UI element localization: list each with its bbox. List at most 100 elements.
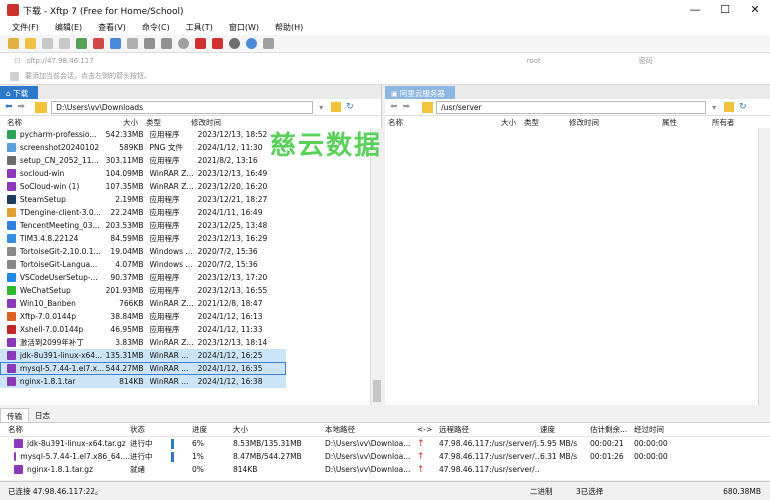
tab-transfers[interactable]: 传输 bbox=[0, 408, 29, 422]
file-row[interactable]: Xftp-7.0.0144p 38.84MB 应用程序 2024/1/12, 16:1… bbox=[0, 310, 286, 323]
filter-icon[interactable]: ▾ bbox=[319, 103, 323, 112]
file-row[interactable]: jdk-8u391-linux-x64... 135.31MB WinRAR ...… bbox=[0, 349, 286, 362]
remote-scrollbar[interactable] bbox=[758, 128, 770, 405]
local-scrollbar[interactable] bbox=[370, 128, 382, 405]
file-type: WinRAR Z... bbox=[149, 169, 194, 178]
file-row[interactable]: mysql-5.7.44-1.el7.x... 544.27MB WinRAR ..… bbox=[0, 362, 286, 375]
file-row[interactable]: TortoiseGit-2.10.0.1... 19.04MB Windows ..… bbox=[0, 245, 286, 258]
file-row[interactable]: 激活到2099年补丁 3.83MB WinRAR Z... 2023/12/13, 1… bbox=[0, 336, 286, 349]
xcol-local[interactable]: 本地路径 bbox=[325, 424, 417, 435]
file-row[interactable]: socloud-win 104.09MB WinRAR Z... 2023/12/13… bbox=[0, 167, 286, 180]
gear-icon[interactable] bbox=[229, 38, 240, 49]
transfer-row[interactable]: nginx-1.8.1.tar.gz 就绪 0% 814KB D:\Users\vv\D… bbox=[0, 463, 770, 476]
xcol-size[interactable]: 大小 bbox=[233, 424, 325, 435]
menu-help[interactable]: 帮助(H) bbox=[275, 22, 303, 33]
xcol-eta[interactable]: 估计剩余... bbox=[590, 424, 634, 435]
session-hint-text: 要添加当前会话，点击左侧的箭头按钮。 bbox=[25, 72, 151, 80]
sync-icon[interactable] bbox=[127, 38, 138, 49]
remote-path-input[interactable]: /usr/server bbox=[436, 100, 707, 114]
file-row[interactable]: WeChatSetup 201.93MB 应用程序 2023/12/13, 16:55 bbox=[0, 284, 286, 297]
disconnect-icon[interactable] bbox=[59, 38, 70, 49]
tab-remote-server[interactable]: ▣ 阿里云服务器 bbox=[385, 86, 455, 99]
xcol-status[interactable]: 状态 bbox=[130, 424, 192, 435]
remote-back-icon[interactable]: ⬅ bbox=[390, 102, 398, 112]
maximize-button[interactable]: ☐ bbox=[710, 0, 740, 20]
remote-new-folder-icon[interactable] bbox=[724, 102, 735, 112]
xcol-direction[interactable]: <-> bbox=[417, 425, 439, 434]
menu-edit[interactable]: 编辑(E) bbox=[55, 22, 82, 33]
xcol-progress[interactable]: 进度 bbox=[192, 424, 233, 435]
file-row[interactable]: TDengine-client-3.0... 22.24MB 应用程序 2024/1/… bbox=[0, 206, 286, 219]
close-button[interactable]: ✕ bbox=[740, 0, 770, 20]
refresh-icon[interactable] bbox=[110, 38, 121, 49]
link-icon[interactable] bbox=[42, 38, 53, 49]
col-date[interactable]: 修改时间 bbox=[191, 117, 281, 128]
media-icon[interactable] bbox=[93, 38, 104, 49]
col-size[interactable]: 大小 bbox=[105, 117, 142, 128]
remote-col-owner[interactable]: 所有者 bbox=[712, 117, 762, 128]
file-row[interactable]: SteamSetup 2.19MB 应用程序 2023/12/21, 18:27 bbox=[0, 193, 286, 206]
file-row[interactable]: setup_CN_2052_11... 303.11MB 应用程序 2021/8/2,… bbox=[0, 154, 286, 167]
file-row[interactable]: TIM3.4.8.22124 84.59MB 应用程序 2023/12/13, 16:… bbox=[0, 232, 286, 245]
file-row[interactable]: VSCodeUserSetup-... 90.37MB 应用程序 2023/12/13… bbox=[0, 271, 286, 284]
xcol-speed[interactable]: 速度 bbox=[540, 424, 590, 435]
file-type: 应用程序 bbox=[149, 156, 180, 165]
globe-icon[interactable] bbox=[178, 38, 189, 49]
remote-col-name[interactable]: 名称 bbox=[385, 117, 492, 128]
transfer-size: 8.53MB/135.31MB bbox=[233, 439, 302, 448]
new-folder-icon[interactable] bbox=[331, 102, 342, 112]
upload-arrow-icon: ↑ bbox=[417, 438, 425, 449]
file-row[interactable]: TencentMeeting_03... 203.53MB 应用程序 2023/12/… bbox=[0, 219, 286, 232]
help-icon[interactable] bbox=[246, 38, 257, 49]
menu-tools[interactable]: 工具(T) bbox=[186, 22, 213, 33]
menu-command[interactable]: 命令(C) bbox=[142, 22, 170, 33]
paste-icon[interactable] bbox=[161, 38, 172, 49]
menu-window[interactable]: 窗口(W) bbox=[229, 22, 259, 33]
menu-view[interactable]: 查看(V) bbox=[98, 22, 126, 33]
file-row[interactable]: pycharm-professio... 542.33MB 应用程序 2023/12/… bbox=[0, 128, 286, 141]
refresh-local-icon[interactable]: ↻ bbox=[346, 102, 354, 112]
username-input[interactable]: root bbox=[527, 57, 639, 65]
new-window-icon[interactable] bbox=[76, 38, 87, 49]
xcol-remote[interactable]: 远程路径 bbox=[439, 424, 540, 435]
remote-forward-icon[interactable]: ➡ bbox=[403, 102, 411, 112]
back-icon[interactable]: ⬅ bbox=[5, 102, 13, 112]
remote-filter-icon[interactable]: ▾ bbox=[712, 103, 716, 112]
file-row[interactable]: SoCloud-win (1) 107.35MB WinRAR Z... 2023/1… bbox=[0, 180, 286, 193]
file-row[interactable]: Xshell-7.0.0144p 46.95MB 应用程序 2024/1/12, 11… bbox=[0, 323, 286, 336]
col-type[interactable]: 类型 bbox=[142, 117, 191, 128]
remote-col-size[interactable]: 大小 bbox=[492, 117, 520, 128]
transfer-icon[interactable] bbox=[212, 38, 223, 49]
tab-remote-label: 阿里云服务器 bbox=[399, 89, 445, 98]
transfer-size: 8.47MB/544.27MB bbox=[233, 452, 302, 461]
file-row[interactable]: screenshot20240102 589KB PNG 文件 2024/1/12, … bbox=[0, 141, 286, 154]
forward-icon[interactable]: ➡ bbox=[18, 102, 26, 112]
copy-icon[interactable] bbox=[144, 38, 155, 49]
local-scroll-thumb[interactable] bbox=[373, 380, 381, 402]
file-row[interactable]: Win10_Banben 766KB WinRAR Z... 2021/12/8, 1… bbox=[0, 297, 286, 310]
menu-file[interactable]: 文件(F) bbox=[12, 22, 39, 33]
transfer-row[interactable]: jdk-8u391-linux-x64.tar.gz 进行中 6% 8.53MB/13… bbox=[0, 437, 770, 450]
refresh-remote-icon[interactable]: ↻ bbox=[739, 102, 747, 112]
xshell-icon[interactable] bbox=[195, 38, 206, 49]
xcol-name[interactable]: 名称 bbox=[0, 424, 130, 435]
options-icon[interactable] bbox=[263, 38, 274, 49]
tab-local-downloads[interactable]: ⌂ 下载 bbox=[0, 86, 39, 99]
remote-col-type[interactable]: 类型 bbox=[520, 117, 569, 128]
col-name[interactable]: 名称 bbox=[0, 117, 105, 128]
password-input[interactable]: 密码 bbox=[639, 56, 653, 66]
remote-col-attr[interactable]: 属性 bbox=[662, 117, 712, 128]
file-row[interactable]: nginx-1.8.1.tar 814KB WinRAR ... 2024/1/12,… bbox=[0, 375, 286, 388]
new-session-icon[interactable] bbox=[8, 38, 19, 49]
file-row[interactable]: TortoiseGit-Langua... 4.07MB Windows ... 20… bbox=[0, 258, 286, 271]
xcol-elapsed[interactable]: 经过时间 bbox=[634, 424, 679, 435]
local-path-input[interactable]: D:\Users\vv\Downloads bbox=[51, 100, 314, 114]
open-folder-icon[interactable] bbox=[25, 38, 36, 49]
host-input[interactable]: sftp://47.98.46.117 bbox=[27, 57, 527, 65]
tab-log[interactable]: 日志 bbox=[29, 408, 56, 422]
transfer-row[interactable]: mysql-5.7.44-1.el7.x86_64.... 进行中 1% 8.47MB… bbox=[0, 450, 770, 463]
minimize-button[interactable]: — bbox=[680, 0, 710, 20]
file-icon bbox=[7, 208, 16, 217]
remote-col-date[interactable]: 修改时间 bbox=[569, 117, 662, 128]
file-type: 应用程序 bbox=[149, 130, 180, 139]
